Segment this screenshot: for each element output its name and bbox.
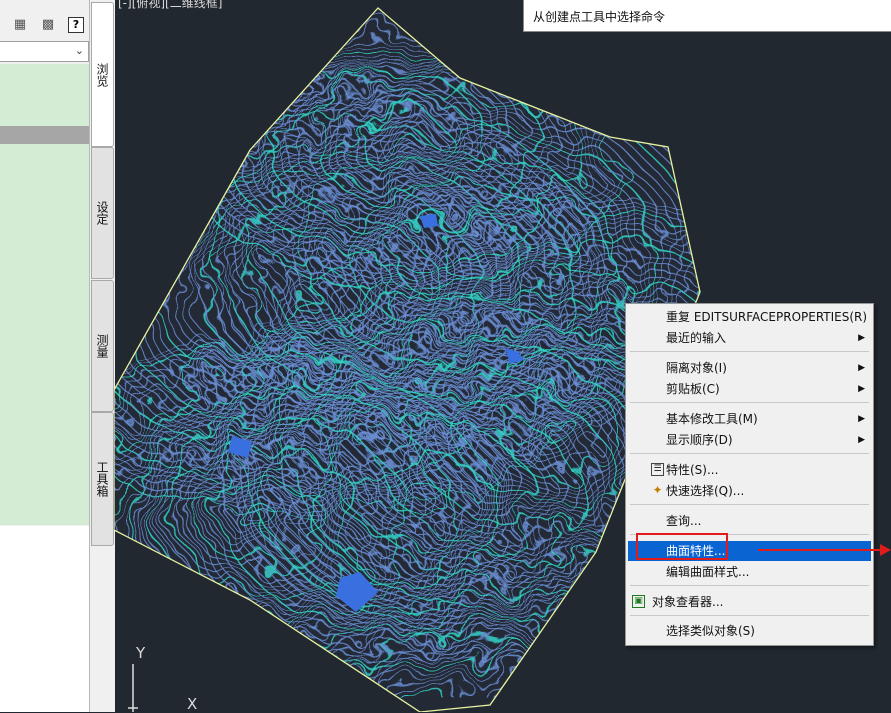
menu-item-isolate-objects[interactable]: 隔离对象(I) ▶ (628, 358, 871, 378)
annotation-highlight-box (636, 533, 728, 560)
tab-toolbox[interactable]: 工具箱 (91, 412, 114, 546)
menu-item-label: 基本修改工具(M) (666, 409, 758, 429)
menu-item-properties[interactable]: ☰ 特性(S)... (628, 460, 871, 480)
submenu-arrow-icon: ▶ (858, 379, 865, 399)
view-dropdown[interactable]: ⌄ (0, 41, 89, 62)
menu-item-object-viewer[interactable]: ▣ 对象查看器... (628, 592, 871, 612)
menu-separator (630, 351, 869, 352)
item-view-pane (0, 526, 89, 712)
menu-item-quick-select[interactable]: ✦ 快速选择(Q)... (628, 481, 871, 501)
menu-separator (630, 615, 869, 616)
help-icon[interactable]: ? (68, 17, 84, 33)
network-icon[interactable]: ▦ (12, 17, 28, 33)
command-tooltip: 从创建点工具中选择命令 (523, 0, 891, 32)
toolspace-toolbar: ▦ ▩ ? (0, 0, 90, 40)
menu-item-label: 隔离对象(I) (666, 358, 727, 378)
properties-icon: ☰ (651, 463, 664, 476)
toolspace-panel: ▦ ▩ ? ⌄ (0, 0, 90, 712)
menu-item-clipboard[interactable]: 剪贴板(C) ▶ (628, 379, 871, 399)
tab-browse-label: 浏览 (94, 63, 111, 87)
object-viewer-icon: ▣ (632, 595, 645, 608)
menu-separator (630, 504, 869, 505)
tooltip-text: 从创建点工具中选择命令 (533, 8, 665, 25)
menu-separator (630, 585, 869, 586)
menu-item-label: 特性(S)... (666, 460, 718, 480)
menu-item-label: 快速选择(Q)... (666, 481, 744, 501)
chevron-down-icon[interactable]: ⌄ (75, 44, 84, 57)
menu-item-inquiry[interactable]: 查询... (628, 511, 871, 531)
ucs-y-label: Y (136, 644, 145, 662)
quick-select-icon: ✦ (651, 484, 664, 497)
menu-item-label: 选择类似对象(S) (666, 621, 755, 641)
tab-survey-label: 测量 (94, 334, 111, 358)
menu-item-label: 显示顺序(D) (666, 430, 733, 450)
menu-separator (630, 402, 869, 403)
menu-separator (630, 453, 869, 454)
menu-item-recent-input[interactable]: 最近的输入 ▶ (628, 328, 871, 348)
tree-selected-row[interactable] (0, 126, 89, 144)
submenu-arrow-icon: ▶ (858, 430, 865, 450)
menu-item-draw-order[interactable]: 显示顺序(D) ▶ (628, 430, 871, 450)
menu-item-select-similar[interactable]: 选择类似对象(S) (628, 621, 871, 641)
menu-item-repeat-command[interactable]: 重复 EDITSURFACEPROPERTIES(R) (628, 307, 871, 327)
tab-survey[interactable]: 测量 (91, 280, 114, 412)
submenu-arrow-icon: ▶ (858, 358, 865, 378)
menu-item-label: 最近的输入 (666, 328, 726, 348)
context-menu: 重复 EDITSURFACEPROPERTIES(R) 最近的输入 ▶ 隔离对象… (625, 303, 874, 646)
annotation-arrow (758, 543, 891, 557)
menu-item-label: 剪贴板(C) (666, 379, 720, 399)
tab-settings[interactable]: 设定 (91, 147, 114, 279)
menu-item-label: 查询... (666, 511, 701, 531)
viewport-controls-label[interactable]: [-][俯视][二维线框] (118, 0, 222, 11)
submenu-arrow-icon: ▶ (858, 328, 865, 348)
toolspace-tabs: 浏览 设定 测量 工具箱 (89, 0, 115, 712)
menu-item-basic-modify-tools[interactable]: 基本修改工具(M) ▶ (628, 409, 871, 429)
menu-item-label: 重复 EDITSURFACEPROPERTIES(R) (666, 307, 867, 327)
ucs-x-label: X (187, 695, 197, 713)
save-icon[interactable]: ▩ (40, 17, 56, 33)
menu-item-label: 对象查看器... (652, 592, 723, 612)
menu-item-edit-surface-style[interactable]: 编辑曲面样式... (628, 562, 871, 582)
tab-settings-label: 设定 (94, 201, 111, 225)
ucs-icon (128, 664, 138, 712)
menu-item-label: 编辑曲面样式... (666, 562, 749, 582)
submenu-arrow-icon: ▶ (858, 409, 865, 429)
tab-browse[interactable]: 浏览 (91, 2, 114, 147)
tab-toolbox-label: 工具箱 (94, 461, 111, 497)
